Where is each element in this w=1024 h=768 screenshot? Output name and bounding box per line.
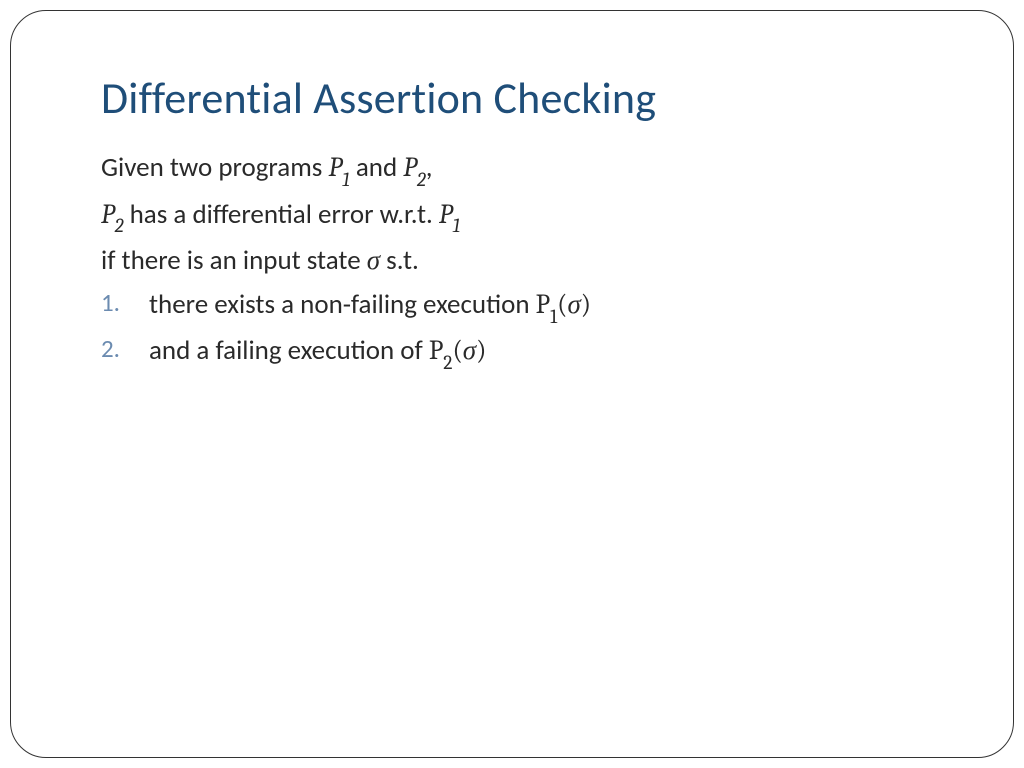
slide-title: Differential Assertion Checking — [101, 71, 923, 125]
text-failing-exec: and a failing execution of — [149, 334, 429, 367]
math-P1-of-sigma: P1(σ) — [536, 289, 591, 320]
math-sigma: σ — [367, 245, 380, 276]
math-P1: P1 — [328, 152, 349, 183]
text-if-there-is-input: if there is an input state — [101, 244, 367, 277]
text-given-two-programs: Given two programs — [101, 151, 328, 184]
math-P1-ref: P1 — [439, 199, 460, 230]
math-P2: P2 — [403, 152, 426, 183]
text-and: and — [350, 151, 404, 184]
intro-line-1: Given two programs P1 and P2, — [101, 147, 923, 192]
slide-body: Given two programs P1 and P2, P2 has a d… — [101, 147, 923, 375]
text-comma: , — [426, 151, 433, 184]
text-has-differential-error: has a differential error w.r.t. — [124, 198, 439, 231]
text-nonfailing-exec: there exists a non-failing execution — [149, 288, 536, 321]
math-P2-subject: P2 — [101, 199, 124, 230]
slide-frame: Differential Assertion Checking Given tw… — [10, 10, 1014, 758]
intro-line-2: P2 has a differential error w.r.t. P1 — [101, 194, 923, 239]
intro-line-3: if there is an input state σ s.t. — [101, 240, 923, 282]
math-P2-of-sigma: P2(σ) — [429, 335, 487, 366]
text-such-that: s.t. — [380, 244, 419, 277]
conditions-list: there exists a non-failing execution P1(… — [101, 284, 923, 375]
condition-item-2: and a failing execution of P2(σ) — [149, 330, 923, 375]
condition-item-1: there exists a non-failing execution P1(… — [149, 284, 923, 329]
